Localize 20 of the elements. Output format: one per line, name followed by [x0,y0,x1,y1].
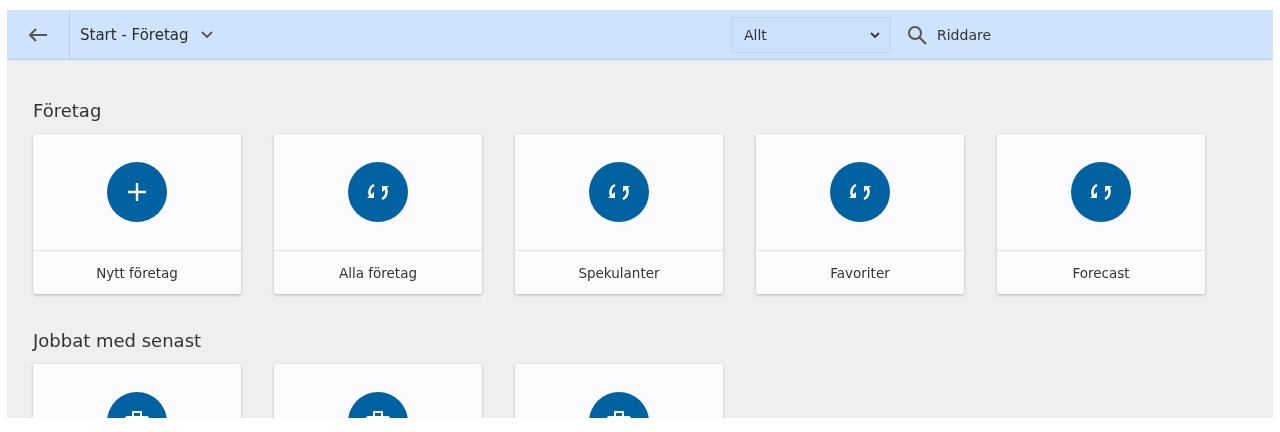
section-heading: Företag [33,100,103,121]
chevron-down-icon [870,31,880,38]
tile-card[interactable]: Favoriter [756,134,964,294]
section-heading: Jobbat med senast [33,330,203,351]
tile-label: Forecast [1072,264,1130,281]
tile-card[interactable]: Forecast [997,134,1205,294]
tile-card[interactable]: Alla företag [274,134,482,294]
tile-card[interactable]: Nytt företag [33,134,241,294]
tile-label: Spekulanter [578,264,660,281]
tile-card[interactable]: Spekulanter [515,134,723,294]
plus-icon [126,181,148,203]
search-field[interactable]: Riddare [937,26,1237,43]
tile-label: Alla företag [339,264,417,281]
tile-label: Favoriter [830,264,890,281]
chevron-down-icon [200,30,213,39]
search-icon [907,24,927,45]
tile-label: Nytt företag [96,264,178,281]
page-title-dropdown[interactable]: Start - Företag [70,10,219,59]
back-arrow-icon [28,27,48,42]
filter-dropdown[interactable]: Allt [731,16,891,53]
